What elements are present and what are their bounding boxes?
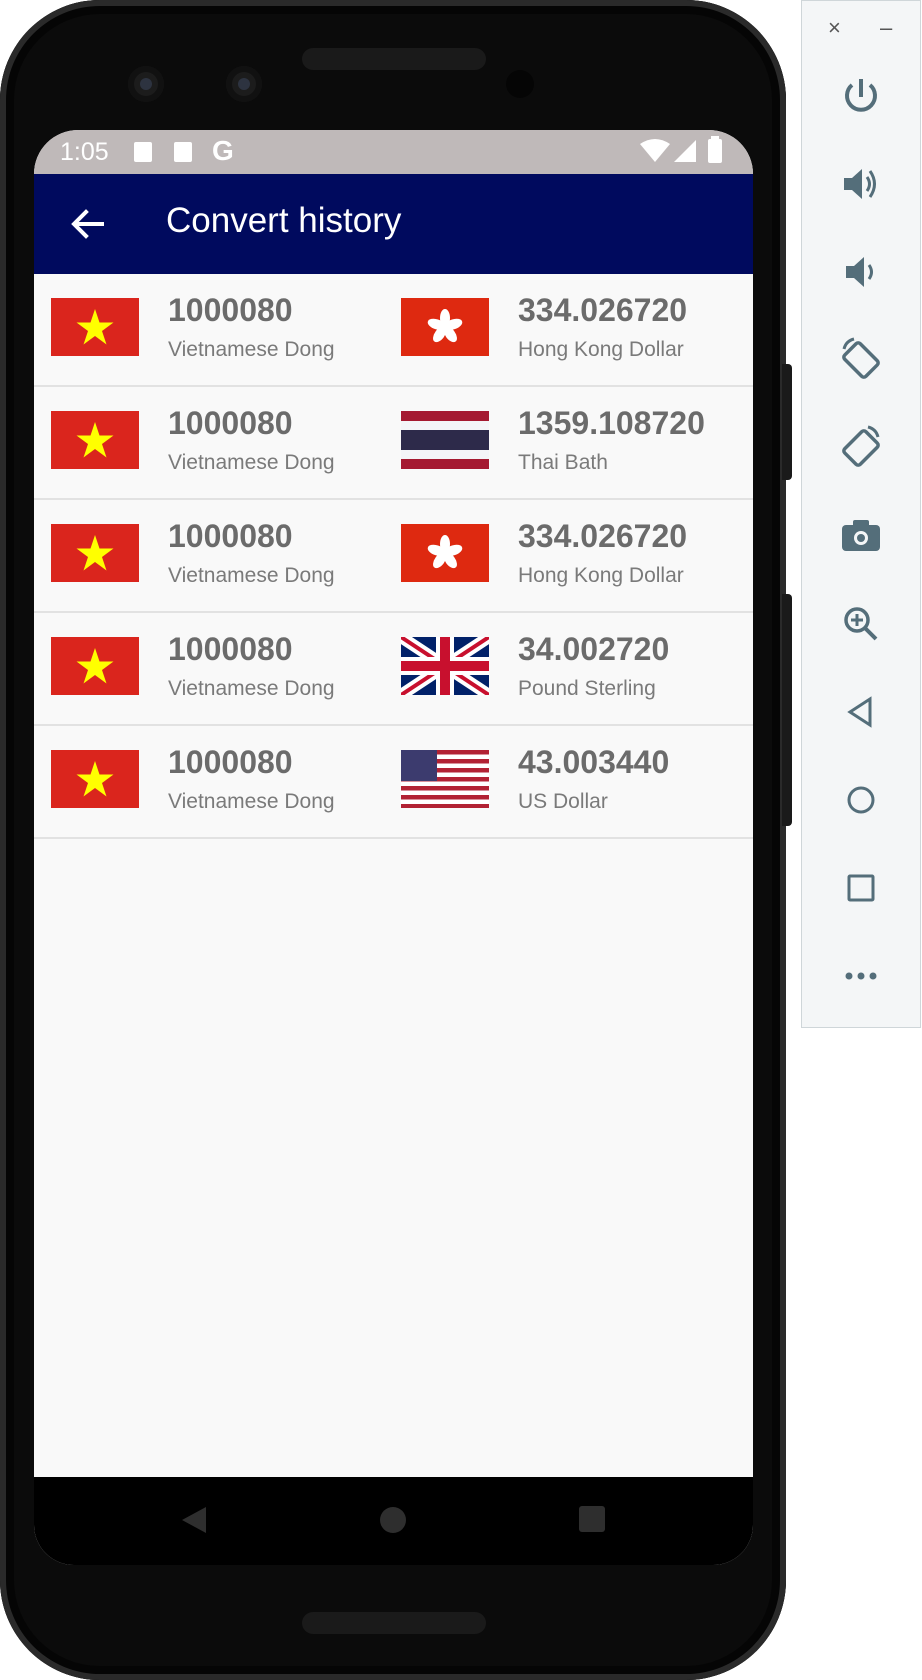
- signal-icon: [674, 140, 696, 162]
- convert-history-list: 1000080 Vietnamese Dong 334.026720 Hong …: [34, 274, 753, 839]
- back-icon[interactable]: [836, 687, 886, 737]
- history-row[interactable]: 1000080 Vietnamese Dong 334.026720 Hong …: [34, 500, 753, 613]
- us-flag-icon: [401, 750, 489, 808]
- from-currency-name: Vietnamese Dong: [168, 451, 335, 474]
- from-currency-name: Vietnamese Dong: [168, 564, 335, 587]
- home-icon[interactable]: [836, 775, 886, 825]
- history-row[interactable]: 1000080 Vietnamese Dong 334.026720 Hong …: [34, 274, 753, 387]
- front-camera-secondary: [226, 66, 262, 102]
- volume-up-icon[interactable]: [836, 159, 886, 209]
- page-title: Convert history: [166, 201, 402, 240]
- vietnam-flag-icon: [51, 750, 139, 808]
- from-amount: 1000080: [168, 631, 293, 667]
- uk-flag-icon: [401, 637, 489, 695]
- nav-overview-icon[interactable]: [578, 1505, 606, 1533]
- system-navigation-bar: [34, 1477, 753, 1565]
- volume-down-icon[interactable]: [836, 247, 886, 297]
- from-currency-name: Vietnamese Dong: [168, 677, 335, 700]
- more-icon[interactable]: [836, 951, 886, 1001]
- vietnam-flag-icon: [51, 411, 139, 469]
- nav-back-icon[interactable]: [180, 1505, 208, 1535]
- minimize-icon[interactable]: –: [880, 15, 892, 41]
- to-amount: 334.026720: [518, 292, 688, 328]
- earpiece-speaker: [302, 48, 486, 70]
- front-camera: [128, 66, 164, 102]
- from-amount: 1000080: [168, 518, 293, 554]
- phone-power-key[interactable]: [782, 364, 792, 480]
- to-amount: 334.026720: [518, 518, 688, 554]
- from-amount: 1000080: [168, 292, 293, 328]
- proximity-sensor: [506, 70, 534, 98]
- app-bar: Convert history: [34, 174, 753, 274]
- hong-kong-flag-icon: [401, 524, 489, 582]
- rotate-right-icon[interactable]: [836, 423, 886, 473]
- notification-a-icon: [134, 142, 152, 162]
- from-currency-name: Vietnamese Dong: [168, 338, 335, 361]
- zoom-icon[interactable]: [836, 599, 886, 649]
- close-icon[interactable]: ×: [828, 15, 841, 41]
- battery-icon: [708, 136, 722, 163]
- history-row[interactable]: 1000080 Vietnamese Dong 34.002720 Pound …: [34, 613, 753, 726]
- bottom-speaker: [302, 1612, 486, 1634]
- nav-home-icon[interactable]: [378, 1505, 408, 1535]
- overview-icon[interactable]: [836, 863, 886, 913]
- vietnam-flag-icon: [51, 637, 139, 695]
- phone-frame: 1:05 G Convert history 1000080 Vietnames…: [0, 0, 786, 1680]
- thailand-flag-icon: [401, 411, 489, 469]
- vietnam-flag-icon: [51, 298, 139, 356]
- to-currency-name: Thai Bath: [518, 451, 608, 474]
- status-bar: 1:05 G: [34, 130, 753, 174]
- to-currency-name: Hong Kong Dollar: [518, 338, 684, 361]
- device-screen: 1:05 G Convert history 1000080 Vietnames…: [34, 130, 753, 1565]
- arrow-back-icon[interactable]: [68, 204, 108, 244]
- power-icon[interactable]: [836, 71, 886, 121]
- to-amount: 34.002720: [518, 631, 670, 667]
- sd-card-icon: [174, 142, 192, 162]
- rotate-left-icon[interactable]: [836, 335, 886, 385]
- from-currency-name: Vietnamese Dong: [168, 790, 335, 813]
- wifi-icon: [640, 139, 670, 162]
- camera-icon[interactable]: [836, 511, 886, 561]
- hong-kong-flag-icon: [401, 298, 489, 356]
- history-row[interactable]: 1000080 Vietnamese Dong 43.003440 US Dol…: [34, 726, 753, 839]
- vietnam-flag-icon: [51, 524, 139, 582]
- emulator-toolbar: × –: [801, 0, 921, 1028]
- from-amount: 1000080: [168, 744, 293, 780]
- to-amount: 1359.108720: [518, 405, 705, 441]
- to-amount: 43.003440: [518, 744, 670, 780]
- from-amount: 1000080: [168, 405, 293, 441]
- to-currency-name: US Dollar: [518, 790, 608, 813]
- to-currency-name: Hong Kong Dollar: [518, 564, 684, 587]
- google-icon: G: [212, 135, 234, 166]
- status-time: 1:05: [60, 138, 109, 166]
- to-currency-name: Pound Sterling: [518, 677, 656, 700]
- phone-volume-key[interactable]: [782, 594, 792, 826]
- history-row[interactable]: 1000080 Vietnamese Dong 1359.108720 Thai…: [34, 387, 753, 500]
